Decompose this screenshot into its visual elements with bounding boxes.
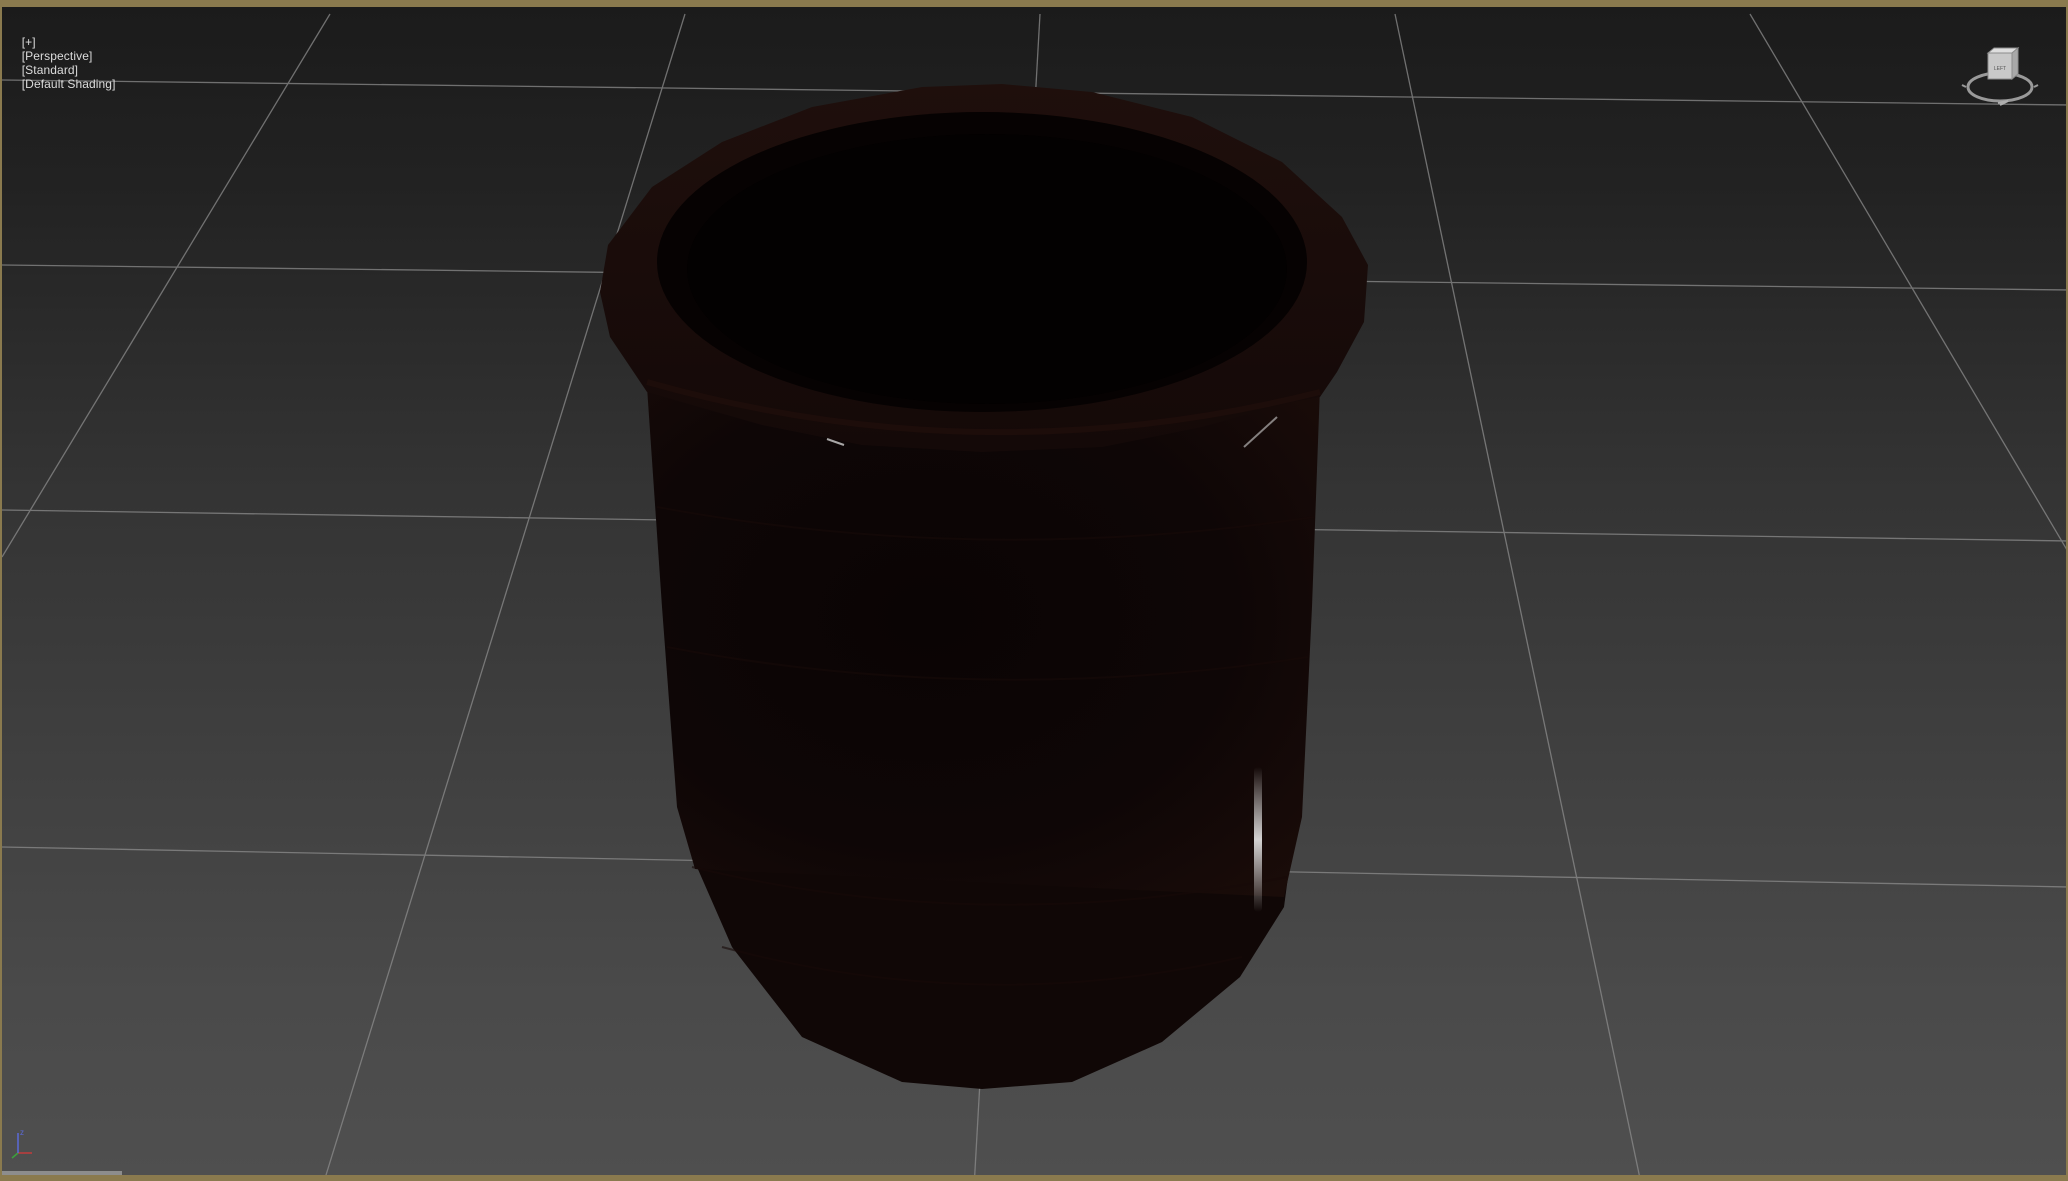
- viewport-label-menu[interactable]: [+] [Perspective] [Standard] [Default Sh…: [8, 21, 116, 105]
- scene-canvas[interactable]: [2, 7, 2068, 1181]
- axis-z-label: z: [20, 1128, 24, 1137]
- viewport-shading-menu[interactable]: [Default Shading]: [22, 77, 116, 91]
- viewcube-icon[interactable]: LEFT: [1960, 45, 2040, 115]
- viewport-standard-menu[interactable]: [Standard]: [22, 63, 78, 77]
- viewport-bottom-tab: [2, 1171, 122, 1175]
- axis-tripod-icon: z: [8, 1127, 42, 1161]
- viewport-point-of-view-menu[interactable]: [Perspective]: [22, 49, 93, 63]
- bucket-model[interactable]: [600, 84, 1368, 1089]
- viewport-general-menu[interactable]: [+]: [22, 35, 36, 49]
- viewcube-face-label: LEFT: [1994, 66, 2006, 72]
- perspective-viewport[interactable]: [+] [Perspective] [Standard] [Default Sh…: [0, 0, 2068, 1181]
